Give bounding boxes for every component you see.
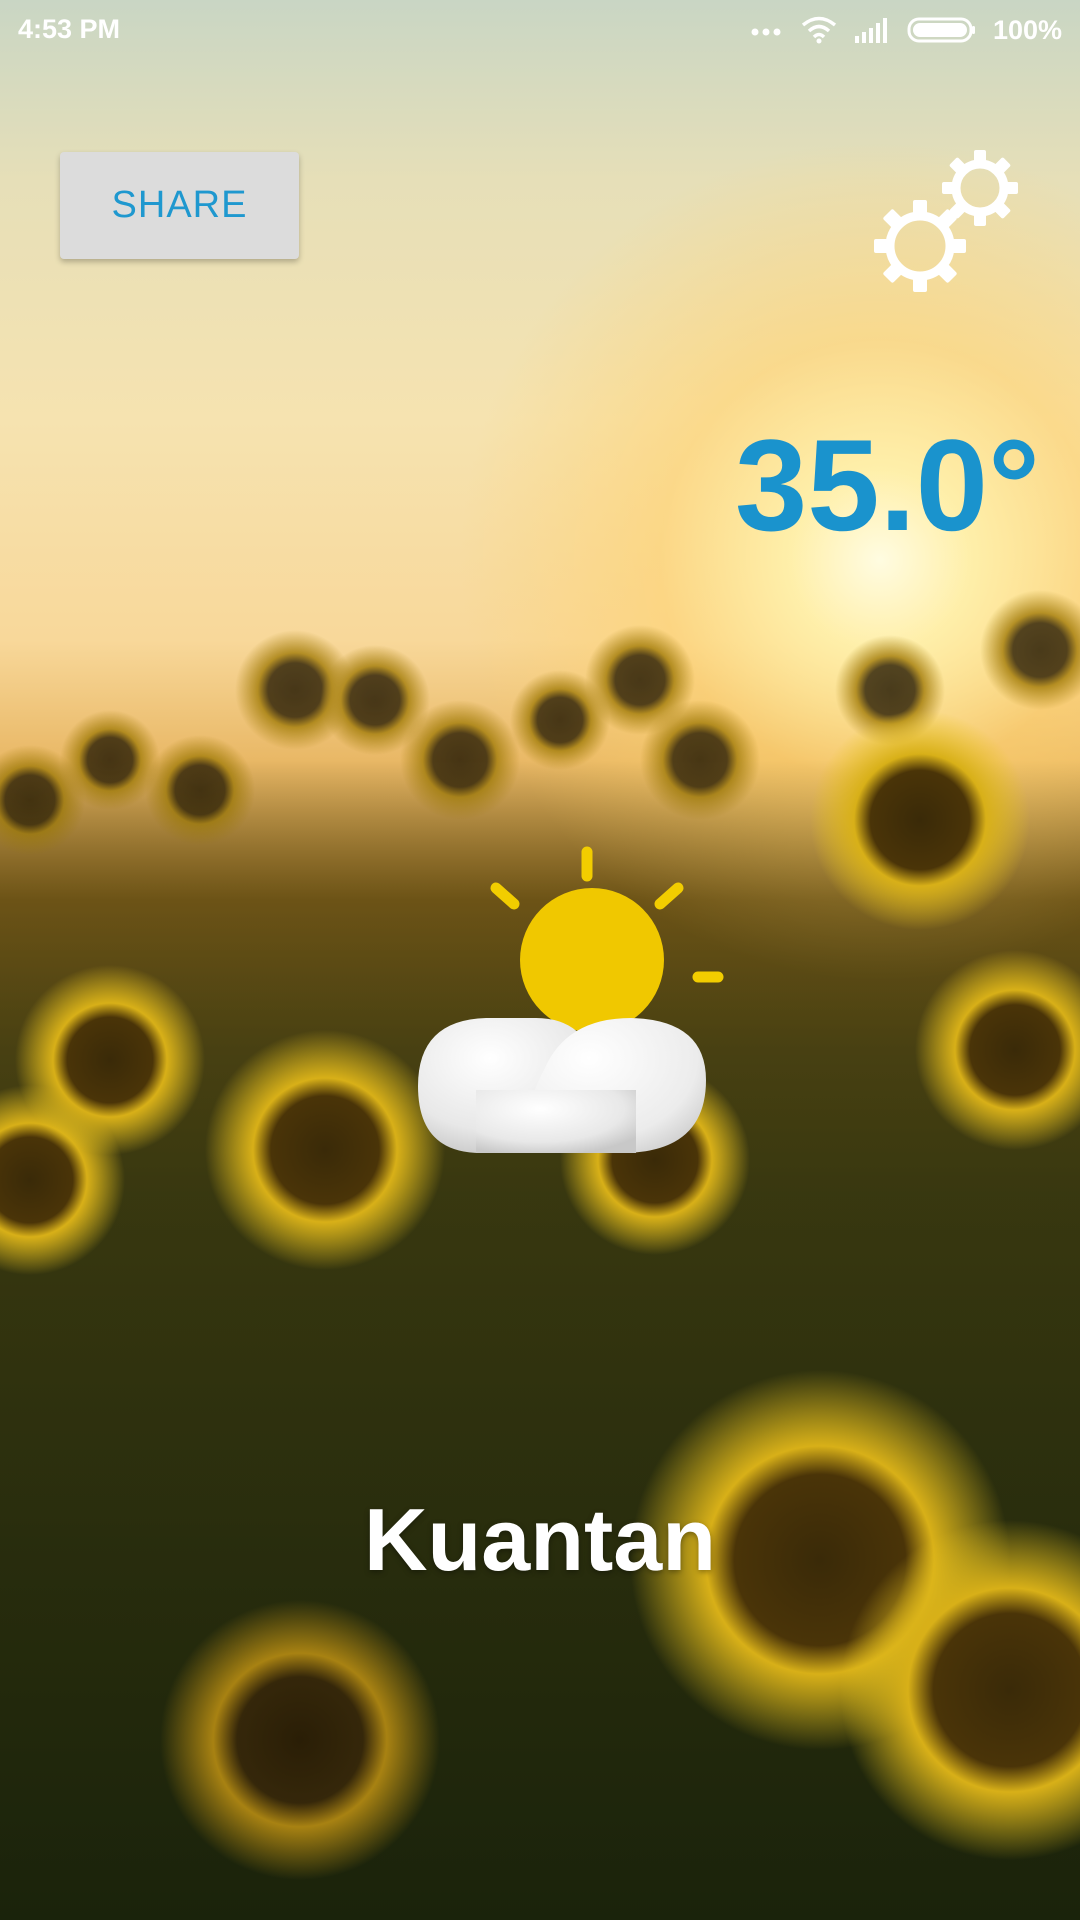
gear-icon[interactable] bbox=[866, 146, 1026, 296]
status-time: 4:53 PM bbox=[18, 14, 121, 44]
battery-percentage: 100% bbox=[992, 14, 1062, 45]
partly-cloudy-icon bbox=[376, 840, 726, 1160]
more-dots-icon bbox=[749, 24, 785, 36]
share-button[interactable]: SHARE bbox=[60, 152, 299, 259]
status-bar: 4:53 PM 100% bbox=[0, 0, 1080, 60]
wifi-icon bbox=[801, 16, 837, 44]
battery-icon bbox=[907, 16, 977, 44]
city-name: Kuantan bbox=[364, 1490, 716, 1589]
weather-screen: 4:53 PM 100% SHARE 35.0° Kuantan bbox=[0, 0, 1080, 1920]
status-icons: 100% bbox=[749, 10, 1062, 50]
signal-icon bbox=[853, 16, 891, 44]
temperature-value: 35.0° bbox=[734, 412, 1040, 558]
